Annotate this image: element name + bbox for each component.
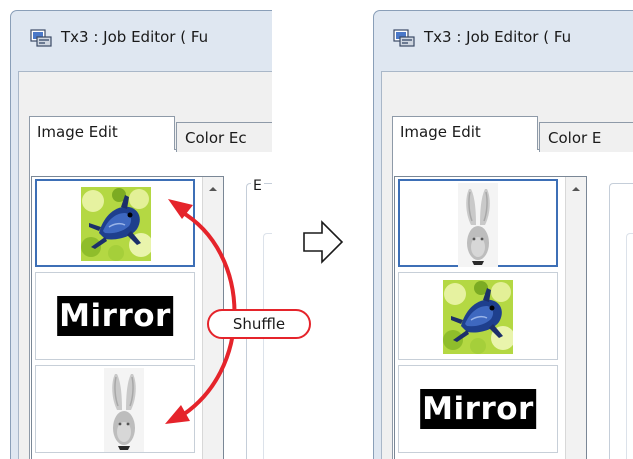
rabbit-thumbnail — [104, 368, 144, 452]
list-item-rabbit[interactable] — [35, 365, 195, 453]
group-inner-field — [626, 233, 633, 459]
group-box-label: E — [251, 178, 264, 194]
list-scrollbar[interactable] — [565, 177, 586, 459]
list-item-mirror[interactable]: Mirror — [398, 365, 558, 453]
group-inner-field — [263, 233, 272, 459]
job-editor-window-after: Tx3 : Job Editor ( Fu Image Edit Color E… — [373, 10, 633, 459]
mirror-text-thumbnail: Mirror — [57, 296, 173, 336]
frog-thumbnail — [81, 187, 151, 261]
app-icon — [30, 28, 52, 48]
list-item-frog[interactable] — [398, 272, 558, 360]
window-title: Tx3 : Job Editor ( Fu — [61, 28, 209, 46]
window-title: Tx3 : Job Editor ( Fu — [424, 28, 572, 46]
scroll-up-icon[interactable] — [568, 179, 584, 199]
tab-image-edit[interactable]: Image Edit — [29, 116, 175, 150]
app-icon — [393, 28, 415, 48]
list-item-rabbit[interactable] — [398, 179, 558, 267]
shuffle-label: Shuffle — [207, 309, 311, 339]
scroll-up-icon[interactable] — [205, 179, 221, 199]
tab-image-edit[interactable]: Image Edit — [392, 116, 538, 150]
tab-color-edit[interactable]: Color Ec — [176, 122, 272, 152]
list-item-mirror[interactable]: Mirror — [35, 272, 195, 360]
job-editor-window-before: Tx3 : Job Editor ( Fu Image Edit Color E… — [10, 10, 272, 459]
title-bar: Tx3 : Job Editor ( Fu — [374, 11, 633, 69]
right-arrow-icon — [303, 220, 344, 264]
list-item-frog[interactable] — [35, 179, 195, 267]
title-bar: Tx3 : Job Editor ( Fu — [11, 11, 272, 69]
image-list[interactable]: Mirror — [394, 176, 587, 459]
frog-thumbnail — [443, 279, 513, 355]
image-list[interactable]: Mirror — [31, 176, 224, 459]
rabbit-thumbnail — [458, 183, 498, 267]
tab-color-edit[interactable]: Color E — [539, 122, 633, 152]
mirror-text-thumbnail: Mirror — [420, 389, 536, 429]
